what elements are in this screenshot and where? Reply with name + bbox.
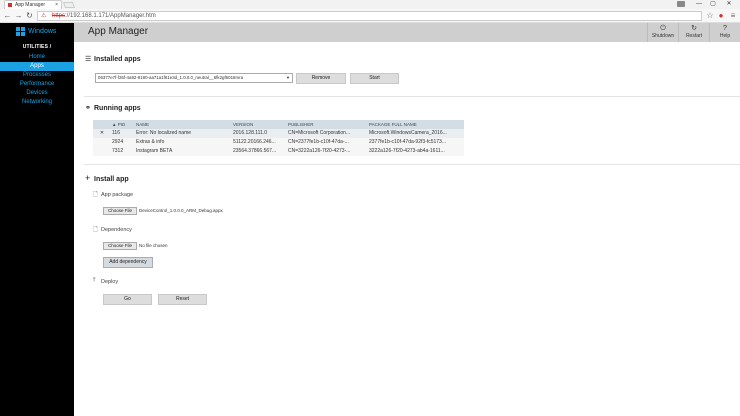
shutdown-button[interactable]: ⏻ Shutdown [647, 23, 678, 42]
restart-icon: ↻ [691, 25, 697, 32]
url-path: ://192.168.1.171/AppManager.htm [65, 13, 156, 19]
row-publisher: CN=Microsoft Corporation... [288, 130, 351, 136]
file-icon: 🗋 [93, 227, 98, 233]
add-dependency-button[interactable]: Add dependency [103, 257, 153, 268]
sidebar-item-home[interactable]: Home [0, 53, 74, 62]
close-window-button[interactable]: ✕ [722, 0, 736, 9]
row-name: Error: No localized name [136, 130, 192, 136]
table-row[interactable]: ✕ 116 Error: No localized name 2016.128.… [93, 129, 464, 138]
column-header-name[interactable]: NAME [136, 120, 232, 129]
opera-extension-icon[interactable]: ● [716, 11, 726, 21]
bookmark-star-icon[interactable]: ☆ [705, 11, 715, 21]
page-header: App Manager ⏻ Shutdown ↻ Restart ? Help [74, 23, 740, 42]
remove-button[interactable]: Remove [296, 73, 346, 84]
maximize-button[interactable]: ▢ [706, 0, 720, 9]
row-version: 23564.37866.567... [233, 148, 277, 154]
windows-logo: Windows [16, 27, 60, 37]
shutdown-label: Shutdown [651, 33, 675, 39]
browser-tab[interactable]: App Manager × [4, 0, 62, 9]
row-package: 2377fe1b-c10f-47da-92f3-fc5173... [369, 139, 446, 145]
start-button[interactable]: Start [350, 73, 399, 84]
section-divider [84, 164, 740, 165]
restart-label: Restart [685, 33, 703, 39]
section-divider [84, 96, 740, 97]
file-icon: 🗋 [93, 192, 98, 198]
restart-button[interactable]: ↻ Restart [678, 23, 709, 42]
running-apps-label: Running apps [94, 105, 141, 112]
app-package-label: App package [101, 192, 134, 198]
row-version: 2016.128.111.0 [233, 130, 268, 136]
tab-close-icon[interactable]: × [55, 1, 58, 9]
power-icon: ⏻ [660, 25, 666, 32]
table-header-row: ▲ PID NAME VERSION PUBLISHER PACKAGE FUL… [93, 120, 464, 129]
help-icon: ? [723, 25, 727, 32]
help-button[interactable]: ? Help [709, 23, 740, 42]
install-app-title: + Install app [85, 174, 129, 184]
table-row[interactable]: 7312 Instagram BETA 23564.37866.567... C… [93, 147, 464, 156]
dependency-file-name: No file chosen [139, 243, 168, 248]
row-name: Extras & info [136, 139, 165, 145]
menu-icon[interactable]: ≡ [728, 11, 738, 21]
help-label: Help [719, 33, 731, 39]
sidebar-item-processes[interactable]: Processes [0, 71, 74, 80]
column-header-pid[interactable]: ▲ PID [112, 120, 134, 129]
list-icon: ☰ [85, 56, 92, 63]
page-title: App Manager [88, 26, 149, 37]
pin-icon: ⫯ [93, 277, 96, 283]
installed-apps-title: ☰ Installed apps [85, 55, 141, 64]
installed-app-selected-value: 06377e7f-f26f-4a92-8190-aa71a1f61e3d_1.0… [98, 75, 244, 80]
sidebar-item-networking[interactable]: Networking [0, 98, 74, 107]
installed-apps-label: Installed apps [94, 56, 141, 63]
column-header-publisher[interactable]: PUBLISHER [288, 120, 367, 129]
user-profile-icon[interactable] [677, 1, 685, 7]
url-scheme: https [52, 13, 66, 19]
app-package-choose-file-button[interactable]: Choose File [103, 207, 137, 215]
app-package-file-name: DeviceControl_1.0.0.0_ARM_Debug.appx [139, 208, 223, 213]
tab-title: App Manager [15, 2, 46, 8]
installed-app-select[interactable]: 06377e7f-f26f-4a92-8190-aa71a1f61e3d_1.0… [95, 73, 293, 83]
tab-favicon-icon [8, 3, 12, 7]
row-pid: 2924 [112, 139, 124, 145]
go-button[interactable]: Go [103, 294, 152, 305]
running-apps-table: ▲ PID NAME VERSION PUBLISHER PACKAGE FUL… [93, 120, 464, 156]
row-package: 3222a126-7f20-4273-ab4a-1611... [369, 148, 445, 154]
address-bar: ← → ↻ ⚠ https://192.168.1.171/AppManager… [0, 9, 740, 23]
row-publisher: CN=2377fe1b-c10f-47da-... [288, 139, 349, 145]
row-publisher: CN=3222a126-7f20-4273-... [288, 148, 351, 154]
row-package: Microsoft.WindowsCamera_2016... [369, 130, 447, 136]
back-icon[interactable]: ← [3, 10, 12, 21]
chevron-down-icon: ▼ [286, 75, 290, 80]
main-content: App Manager ⏻ Shutdown ↻ Restart ? Help … [74, 23, 740, 416]
reset-button[interactable]: Reset [158, 294, 207, 305]
row-version: 51122.20166.246... [233, 139, 276, 145]
new-tab-button[interactable] [62, 2, 76, 8]
sidebar-item-performance[interactable]: Performance [0, 80, 74, 89]
dependency-choose-file-button[interactable]: Choose File [103, 242, 137, 250]
sidebar-item-apps[interactable]: Apps [0, 62, 74, 71]
column-header-version[interactable]: VERSION [233, 120, 286, 129]
browser-titlebar: App Manager × — ▢ ✕ [0, 0, 740, 9]
running-apps-title: ⚭ Running apps [85, 104, 141, 113]
windows-logo-icon [16, 27, 26, 36]
plus-icon: + [85, 173, 91, 183]
sidebar-heading: UTILITIES / [22, 44, 52, 50]
insecure-lock-icon: ⚠ [41, 13, 47, 19]
logo-text: Windows [28, 28, 57, 35]
column-header-package[interactable]: PACKAGE FULL NAME [369, 120, 464, 129]
sidebar: Windows UTILITIES / Home Apps Processes … [0, 23, 74, 416]
row-pid: 7312 [112, 148, 124, 154]
link-icon: ⚭ [85, 105, 91, 112]
minimize-button[interactable]: — [692, 0, 706, 9]
forward-icon[interactable]: → [14, 10, 23, 21]
table-row[interactable]: 2924 Extras & info 51122.20166.246... CN… [93, 138, 464, 147]
dependency-label: Dependency [101, 227, 132, 233]
install-app-label: Install app [94, 176, 129, 183]
reload-icon[interactable]: ↻ [25, 10, 34, 21]
close-icon[interactable]: ✕ [93, 129, 111, 138]
sidebar-item-devices[interactable]: Devices [0, 89, 74, 98]
deploy-label: Deploy [101, 279, 119, 285]
row-name: Instagram BETA [136, 148, 173, 154]
url-input[interactable]: ⚠ https://192.168.1.171/AppManager.htm [37, 11, 702, 21]
row-pid: 116 [112, 130, 120, 136]
